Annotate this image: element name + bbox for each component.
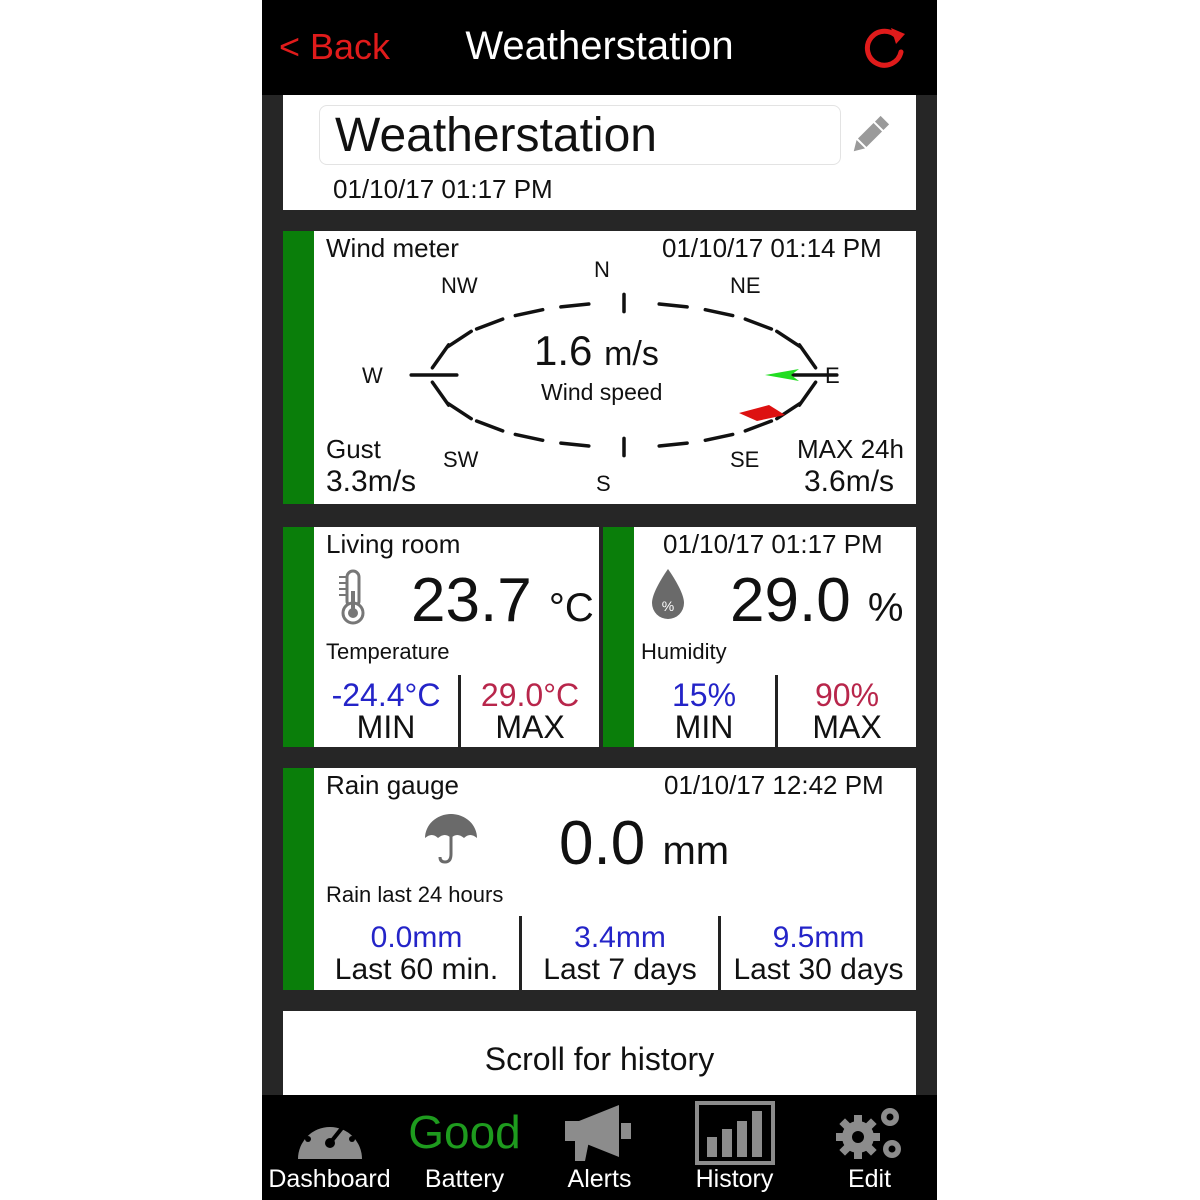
compass-tick [559,441,591,448]
rain-caption: Rain last 24 hours [326,882,504,907]
tab-history-label: History [695,1165,774,1193]
compass-tick [474,419,505,433]
scroll-history-label: Scroll for history [484,1041,715,1077]
gears-icon [835,1108,901,1159]
humidity-drop-icon: % [652,569,684,619]
gauge-icon [297,1112,362,1159]
compass-tick [797,380,818,407]
umbrella-icon [425,814,477,864]
scroll-history-card[interactable]: Scroll for history [283,1011,916,1095]
navigation-bar: < Back Weatherstation [262,0,937,95]
humidity-max: 90% MAX [812,677,882,745]
compass-tick [743,317,774,331]
wind-updated-time: 01/10/17 01:14 PM [662,233,882,263]
compass-tick [430,380,451,407]
station-name-field[interactable]: Weatherstation [319,105,841,165]
wind-meter-card[interactable]: Wind meter 01/10/17 01:14 PM N NW NE W E… [283,231,916,504]
compass-tick [703,307,735,318]
rain-period-7days: 3.4mm Last 7 days [543,921,697,986]
page-title: Weatherstation [465,24,734,68]
direction-n: N [594,257,610,282]
direction-e: E [825,363,840,388]
direction-sw: SW [443,447,479,472]
tab-battery[interactable]: Good Battery [397,1095,532,1200]
tab-history[interactable]: History [667,1095,802,1200]
tab-bar: Dashboard Good Battery Alerts History Ed… [262,1095,937,1200]
compass-tick [446,401,473,421]
humidity-caption: Humidity [641,639,727,664]
direction-nw: NW [441,273,478,298]
battery-status: Good [408,1106,521,1158]
humidity-card[interactable]: 01/10/17 01:17 PM % 29.0 % Humidity 15% … [603,527,916,747]
temperature-max: 29.0°C MAX [480,677,580,745]
compass-tick [775,329,802,349]
compass-tick [775,401,802,421]
compass-tick [657,302,689,309]
rain-title: Rain gauge [326,770,459,800]
compass-tick [743,419,774,433]
thermometer-icon [339,569,365,625]
station-updated-time: 01/10/17 01:17 PM [333,174,553,204]
bar-chart-icon [694,1101,775,1165]
max24h-label: MAX 24h [797,434,904,464]
tab-battery-label: Battery [424,1165,505,1193]
compass-tick [703,432,735,443]
compass-tick [474,317,505,331]
rain-gauge-card[interactable]: Rain gauge 01/10/17 12:42 PM 0.0 mm Rain… [283,768,916,990]
svg-text:%: % [662,598,674,614]
app-screen: < Back Weatherstation Weatherstation 01/… [262,0,937,1200]
refresh-icon[interactable] [858,22,910,74]
rain-updated-time: 01/10/17 12:42 PM [664,770,884,800]
compass-tick [657,441,689,448]
tab-edit-label: Edit [847,1165,892,1193]
direction-ne: NE [730,273,761,298]
compass-tick [446,329,473,349]
temperature-card[interactable]: Living room 23.7 °C Temperature -24.4°C … [283,527,599,747]
humidity-min: 15% MIN [671,677,737,745]
pencil-icon[interactable] [847,112,893,158]
status-strip [603,527,634,747]
humidity-updated-time: 01/10/17 01:17 PM [663,529,883,559]
direction-w: W [362,363,383,388]
gust-label: Gust [326,434,381,464]
compass-tick [797,343,818,370]
station-name-card: Weatherstation 01/10/17 01:17 PM [283,95,916,210]
wind-speed-value: 1.6 m/s [534,327,659,374]
temperature-value: 23.7 °C [411,566,594,635]
wind-title: Wind meter [326,233,459,263]
megaphone-icon [564,1105,631,1161]
direction-s: S [596,471,611,496]
tab-dashboard[interactable]: Dashboard [262,1095,397,1200]
rain-value: 0.0 mm [559,809,730,878]
direction-se: SE [730,447,760,472]
wind-speed-caption: Wind speed [541,379,663,405]
tab-edit[interactable]: Edit [802,1095,937,1200]
status-strip [283,527,314,747]
compass-tick [430,343,451,370]
compass-tick [559,302,591,309]
tab-alerts[interactable]: Alerts [532,1095,667,1200]
tab-alerts-label: Alerts [567,1165,632,1193]
tab-dashboard-label: Dashboard [268,1165,391,1193]
humidity-value: 29.0 % [730,566,904,635]
temperature-caption: Temperature [326,639,450,664]
gust-value: 3.3m/s [326,465,417,498]
max24h-value: 3.6m/s [804,465,895,498]
status-strip [283,768,314,990]
rain-period-60min: 0.0mm Last 60 min. [334,921,499,986]
room-name: Living room [326,529,461,559]
compass-tick [513,432,545,443]
rain-period-30days: 9.5mm Last 30 days [733,921,904,986]
temperature-min: -24.4°C MIN [331,677,441,745]
compass-tick [513,307,545,318]
